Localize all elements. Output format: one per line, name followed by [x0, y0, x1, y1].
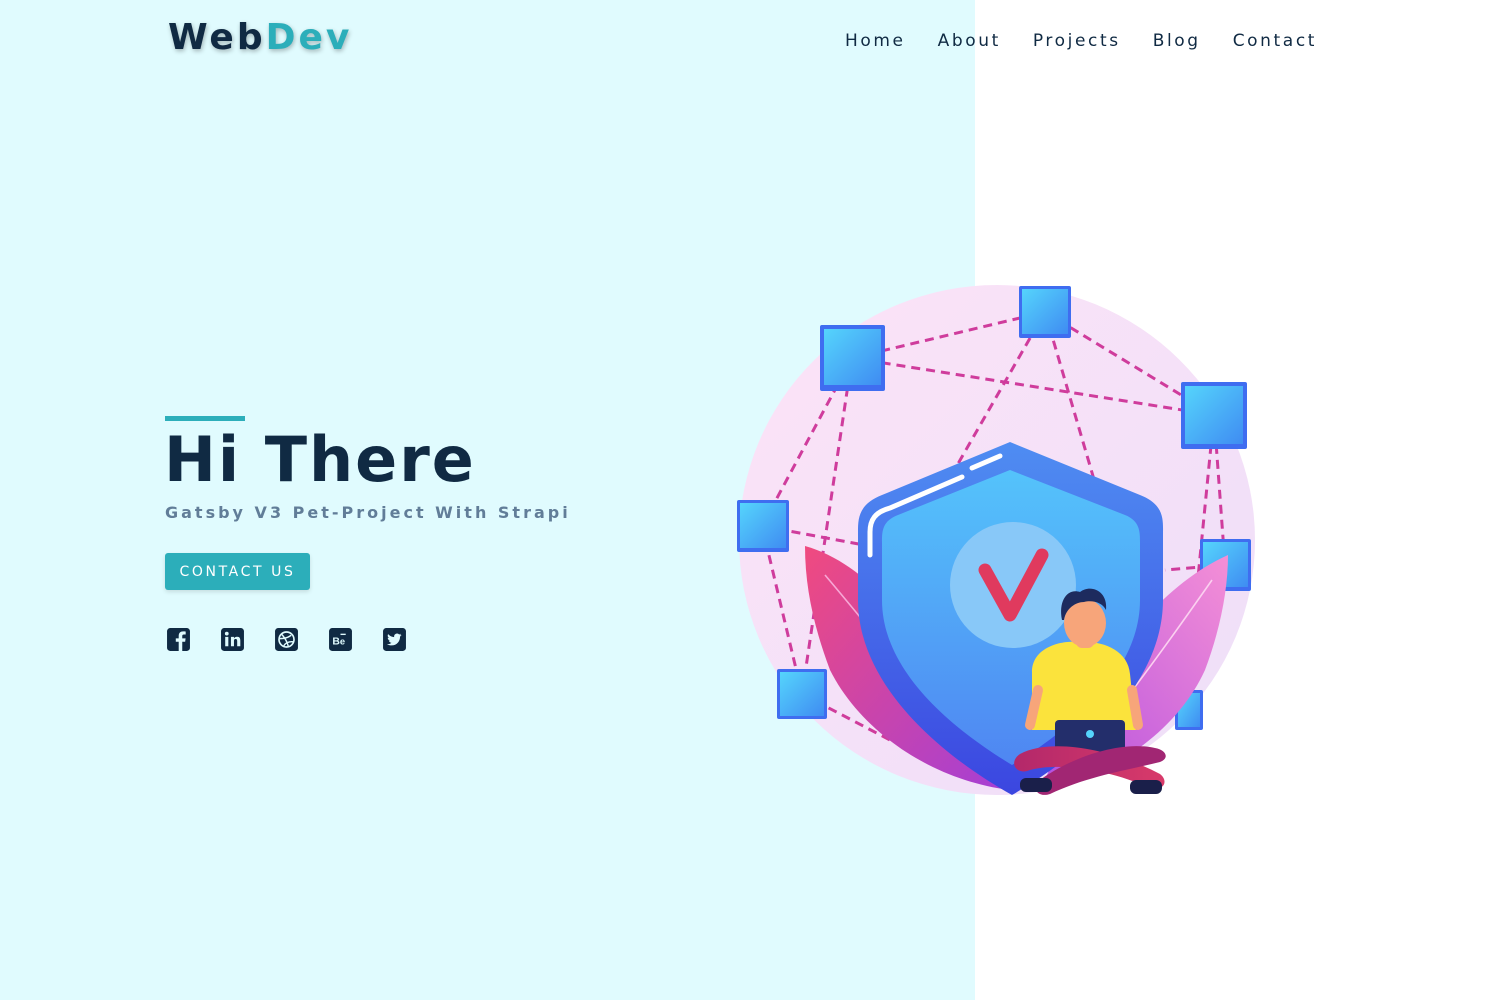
hero-title: Hi There	[164, 423, 476, 496]
nav-link-projects[interactable]: Projects	[1033, 30, 1121, 52]
contact-us-button[interactable]: CONTACT US	[165, 553, 310, 590]
behance-icon[interactable]: Be	[328, 627, 353, 652]
linkedin-icon[interactable]	[220, 627, 245, 652]
nav-link-home[interactable]: Home	[845, 30, 906, 52]
logo-text-accent: Dev	[265, 17, 353, 58]
facebook-icon[interactable]	[166, 627, 191, 652]
title-underline	[165, 416, 245, 421]
hero-illustration	[720, 270, 1280, 810]
social-links: Be	[166, 627, 407, 652]
hero-subtitle: Gatsby V3 Pet-Project With Strapi	[165, 503, 571, 522]
svg-text:e: e	[340, 636, 345, 646]
logo[interactable]: WebDev	[168, 16, 352, 60]
main-nav: Home About Projects Blog Contact	[845, 30, 1317, 52]
logo-text-primary: Web	[168, 17, 266, 58]
dribbble-icon[interactable]	[274, 627, 299, 652]
twitter-icon[interactable]	[382, 627, 407, 652]
nav-link-about[interactable]: About	[938, 30, 1001, 52]
nav-link-blog[interactable]: Blog	[1153, 30, 1201, 52]
nav-link-contact[interactable]: Contact	[1233, 30, 1317, 52]
